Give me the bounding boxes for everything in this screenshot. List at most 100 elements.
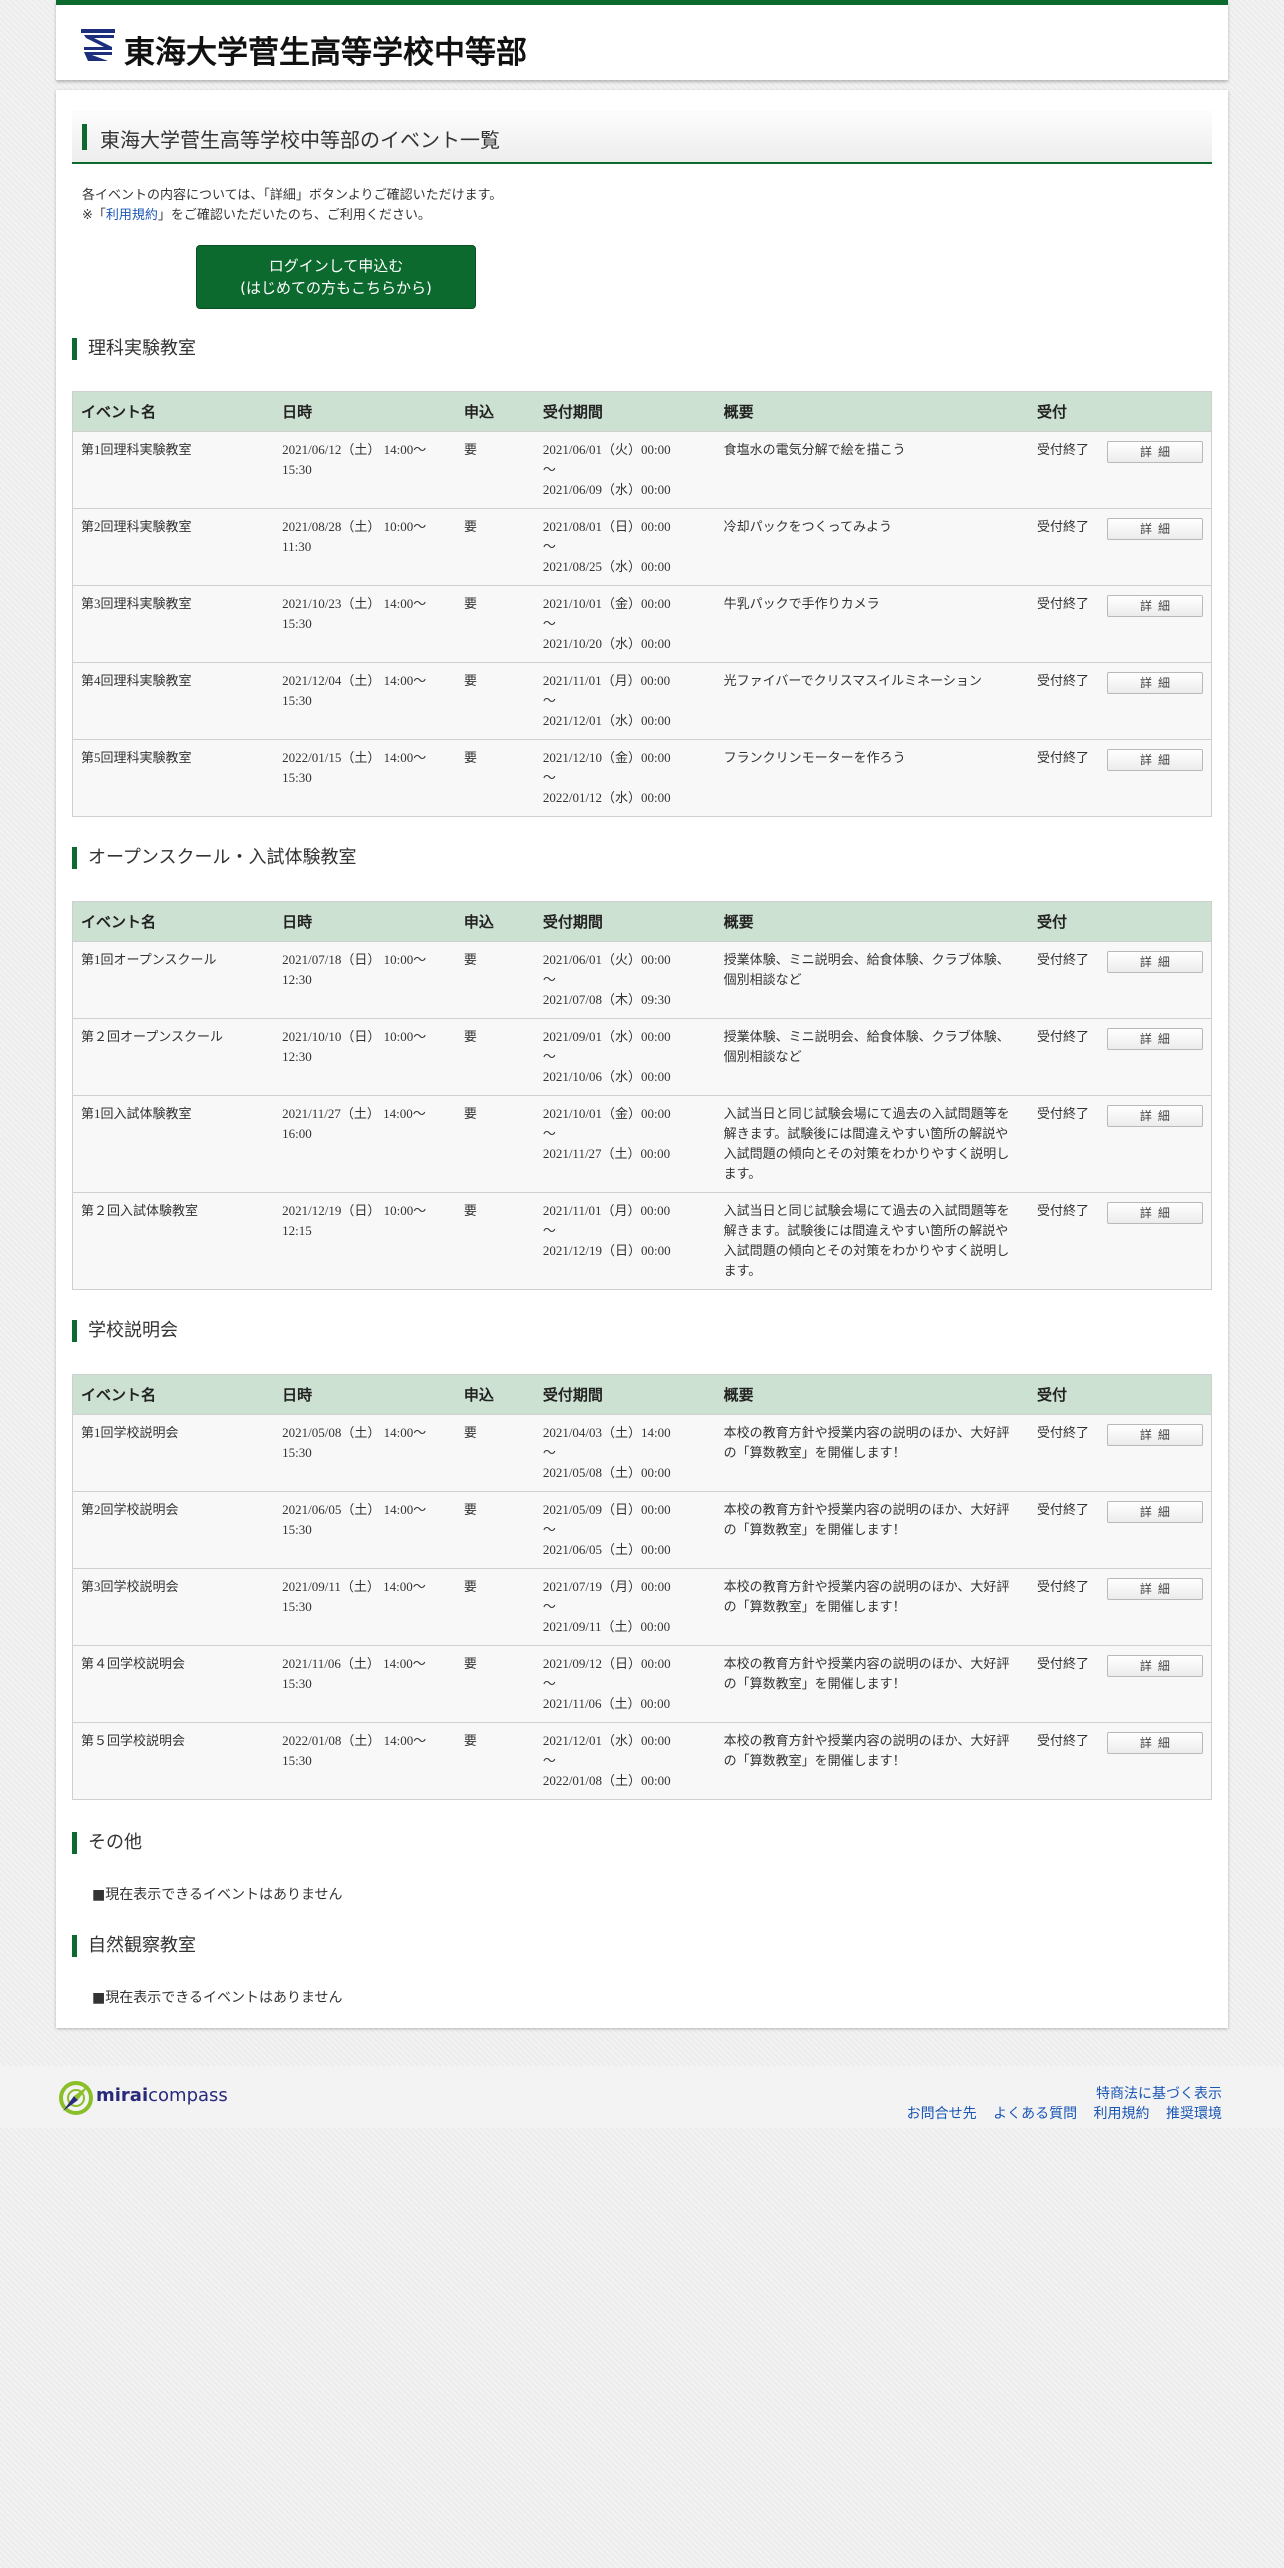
period-separator: ～ bbox=[542, 1049, 556, 1064]
detail-button[interactable]: 詳細 bbox=[1106, 1202, 1203, 1224]
event-application: 要 bbox=[455, 1018, 535, 1096]
period-start: 2021/04/03（土）14:00 bbox=[542, 1425, 671, 1440]
empty-message: ■現在表示できるイベントはありません bbox=[92, 1990, 343, 2006]
environment-link[interactable]: 推奨環境 bbox=[1166, 2106, 1222, 2122]
col-status: 受付 bbox=[1029, 391, 1099, 432]
event-datetime: 2021/06/05（土） 14:00～ 15:30 bbox=[274, 1491, 456, 1569]
col-event-name: イベント名 bbox=[72, 1374, 275, 1415]
period-end: 2021/06/05（土）00:00 bbox=[542, 1542, 671, 1557]
col-application: 申込 bbox=[455, 1374, 535, 1415]
event-name: 第1回理科実験教室 bbox=[72, 431, 275, 509]
datetime-start: 2021/12/04（土） 14:00～ bbox=[282, 673, 427, 688]
detail-cell: 詳細 bbox=[1098, 1645, 1212, 1723]
datetime-start: 2021/07/18（日） 10:00～ bbox=[282, 952, 427, 967]
event-application: 要 bbox=[455, 431, 535, 509]
period-start: 2021/06/01（火）00:00 bbox=[542, 952, 671, 967]
detail-button[interactable]: 詳細 bbox=[1106, 1105, 1203, 1127]
miraicompass-brand[interactable]: miraicompass bbox=[96, 2085, 228, 2106]
school-name[interactable]: 東海大学菅生高等学校中等部 bbox=[124, 27, 527, 72]
detail-button[interactable]: 詳細 bbox=[1106, 1655, 1203, 1677]
period-end: 2022/01/08（土）00:00 bbox=[542, 1773, 671, 1788]
period-end: 2021/10/06（水）00:00 bbox=[542, 1069, 671, 1084]
table-header-row: イベント名 日時 申込 受付期間 概要 受付 bbox=[72, 1374, 1212, 1415]
col-detail bbox=[1098, 901, 1212, 942]
event-datetime: 2021/10/23（土） 14:00～ 15:30 bbox=[274, 585, 456, 663]
period-start: 2021/11/01（月）00:00 bbox=[542, 1203, 671, 1218]
detail-button[interactable]: 詳細 bbox=[1106, 1028, 1203, 1050]
period-end: 2021/07/08（木）09:30 bbox=[542, 992, 671, 1007]
detail-button[interactable]: 詳細 bbox=[1106, 518, 1203, 540]
datetime-start: 2021/08/28（土） 10:00～ bbox=[282, 519, 427, 534]
detail-button[interactable]: 詳細 bbox=[1106, 951, 1203, 973]
table-row: 第2回理科実験教室 2021/08/28（土） 10:00～ 11:30 要 2021/… bbox=[72, 508, 1212, 586]
datetime-end: 12:30 bbox=[282, 972, 312, 987]
datetime-end: 15:30 bbox=[282, 616, 312, 631]
col-application: 申込 bbox=[455, 391, 535, 432]
col-detail bbox=[1098, 391, 1212, 432]
event-status: 受付終了 bbox=[1029, 1491, 1099, 1569]
detail-button[interactable]: 詳細 bbox=[1106, 1732, 1203, 1754]
site-header: 東海大学菅生高等学校中等部 bbox=[56, 0, 1228, 80]
event-period: 2021/12/01（水）00:00 ～ 2022/01/08（土）00:00 bbox=[534, 1722, 716, 1800]
event-summary: 入試当日と同じ試験会場にて過去の入試問題等を解きます。試験後には間違えやすい箇所… bbox=[715, 1192, 1030, 1290]
event-status: 受付終了 bbox=[1029, 739, 1099, 817]
section-title: その他 bbox=[72, 1832, 142, 1854]
contact-link[interactable]: お問合せ先 bbox=[907, 2106, 977, 2122]
section-title: 理科実験教室 bbox=[72, 338, 196, 360]
period-end: 2021/11/06（土）00:00 bbox=[542, 1696, 671, 1711]
site-footer: miraicompass 特商法に基づく表示 お問合せ先 よくある質問 利用規約… bbox=[0, 2066, 1284, 2128]
detail-button[interactable]: 詳細 bbox=[1106, 1501, 1203, 1523]
table-row: 第1回オープンスクール 2021/07/18（日） 10:00～ 12:30 要 202… bbox=[72, 941, 1212, 1019]
datetime-start: 2021/12/19（日） 10:00～ bbox=[282, 1203, 427, 1218]
period-end: 2021/12/01（水）00:00 bbox=[542, 713, 671, 728]
login-apply-button[interactable]: ログインして申込む (はじめての方もこちらから) bbox=[196, 245, 476, 309]
empty-message: ■現在表示できるイベントはありません bbox=[92, 1887, 343, 1903]
event-period: 2021/09/12（日）00:00 ～ 2021/11/06（土）00:00 bbox=[534, 1645, 716, 1723]
heading-accent-bar bbox=[82, 124, 87, 150]
datetime-end: 15:30 bbox=[282, 770, 312, 785]
terms-footer-link[interactable]: 利用規約 bbox=[1094, 2106, 1150, 2122]
detail-button[interactable]: 詳細 bbox=[1106, 1424, 1203, 1446]
datetime-end: 12:15 bbox=[282, 1223, 312, 1238]
event-datetime: 2021/12/19（日） 10:00～ 12:15 bbox=[274, 1192, 456, 1290]
tokusho-link[interactable]: 特商法に基づく表示 bbox=[1096, 2086, 1222, 2102]
detail-cell: 詳細 bbox=[1098, 739, 1212, 817]
detail-cell: 詳細 bbox=[1098, 1491, 1212, 1569]
detail-cell: 詳細 bbox=[1098, 585, 1212, 663]
table-row: 第２回オープンスクール 2021/10/10（日） 10:00～ 12:30 要 202… bbox=[72, 1018, 1212, 1096]
event-summary: 本校の教育方針や授業内容の説明のほか、大好評の「算数教室」を開催します！ bbox=[715, 1491, 1030, 1569]
faq-link[interactable]: よくある質問 bbox=[993, 2106, 1077, 2122]
miraicompass-logo-icon[interactable] bbox=[58, 2080, 94, 2116]
detail-button[interactable]: 詳細 bbox=[1106, 441, 1203, 463]
period-separator: ～ bbox=[542, 1126, 556, 1141]
detail-button[interactable]: 詳細 bbox=[1106, 672, 1203, 694]
detail-button[interactable]: 詳細 bbox=[1106, 595, 1203, 617]
brand-bold: mirai bbox=[96, 2085, 149, 2106]
notice-suffix: 」をご確認いただいたのち、ご利用ください。 bbox=[157, 208, 431, 223]
section-title: 自然観察教室 bbox=[72, 1935, 196, 1957]
event-status: 受付終了 bbox=[1029, 1192, 1099, 1290]
event-application: 要 bbox=[455, 585, 535, 663]
terms-link[interactable]: 利用規約 bbox=[106, 208, 158, 223]
brand-rest: compass bbox=[148, 2085, 228, 2106]
event-name: 第3回学校説明会 bbox=[72, 1568, 275, 1646]
school-logo-icon bbox=[78, 25, 118, 63]
table-row: 第1回理科実験教室 2021/06/12（土） 14:00～ 15:30 要 2021/… bbox=[72, 431, 1212, 509]
event-summary: 牛乳パックで手作りカメラ bbox=[715, 585, 1030, 663]
detail-button[interactable]: 詳細 bbox=[1106, 1578, 1203, 1600]
period-separator: ～ bbox=[542, 1599, 556, 1614]
event-summary: 授業体験、ミニ説明会、給食体験、クラブ体験、個別相談など bbox=[715, 1018, 1030, 1096]
detail-button[interactable]: 詳細 bbox=[1106, 749, 1203, 771]
event-datetime: 2021/08/28（土） 10:00～ 11:30 bbox=[274, 508, 456, 586]
datetime-start: 2021/10/23（土） 14:00～ bbox=[282, 596, 427, 611]
detail-cell: 詳細 bbox=[1098, 1095, 1212, 1193]
event-status: 受付終了 bbox=[1029, 1018, 1099, 1096]
event-period: 2021/09/01（水）00:00 ～ 2021/10/06（水）00:00 bbox=[534, 1018, 716, 1096]
period-end: 2021/05/08（土）00:00 bbox=[542, 1465, 671, 1480]
period-end: 2021/10/20（水）00:00 bbox=[542, 636, 671, 651]
col-summary: 概要 bbox=[715, 391, 1030, 432]
period-start: 2021/12/10（金）00:00 bbox=[542, 750, 671, 765]
datetime-end: 15:30 bbox=[282, 1445, 312, 1460]
footer-links-row1: 特商法に基づく表示 bbox=[1084, 2083, 1222, 2103]
datetime-end: 12:30 bbox=[282, 1049, 312, 1064]
